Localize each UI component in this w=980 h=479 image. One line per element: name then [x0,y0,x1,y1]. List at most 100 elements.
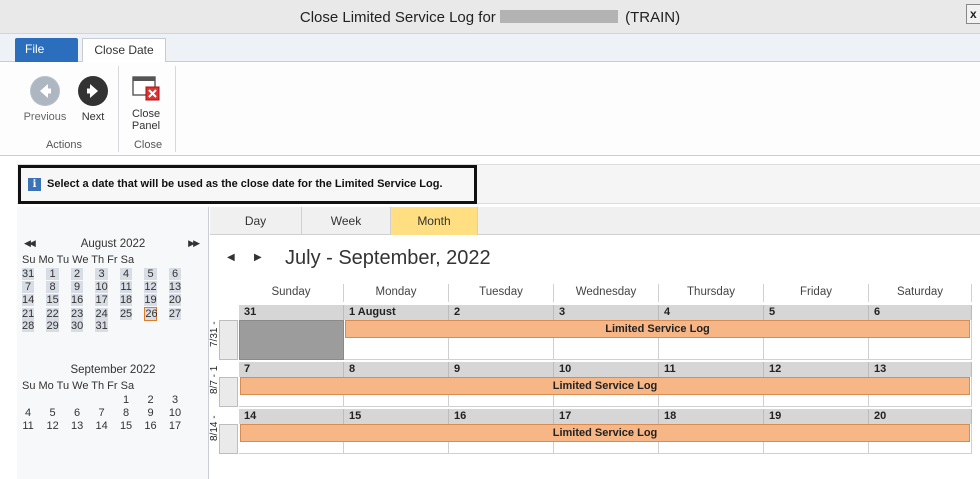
day-header[interactable]: 2 [449,305,554,320]
mini-calendar-day[interactable]: 15 [120,420,132,432]
mini-calendar-day[interactable]: 16 [70,294,83,306]
mini-calendar-day[interactable]: 26 [144,307,158,321]
day-header[interactable]: 8 [344,362,449,377]
mini-calendar-day[interactable]: 10 [95,281,108,293]
mini-calendar-day[interactable]: 14 [95,420,107,432]
mini-calendar-day[interactable]: 5 [46,407,58,419]
mini-calendar-day[interactable]: 31 [95,320,108,332]
mini-calendar-days: 1 2 3 4 5 6 7 8 9 10 11 12 13 14 15 16 17 [22,394,204,433]
mini-calendar-next-button[interactable]: ▶▶ [188,238,200,249]
day-header[interactable]: 4 [659,305,764,320]
mini-calendar-day[interactable]: 20 [168,294,181,306]
day-header[interactable]: 18 [659,409,764,424]
mini-calendar-day[interactable]: 1 [46,268,59,280]
day-header[interactable]: 17 [554,409,659,424]
mini-calendar-day[interactable]: 13 [168,281,181,293]
day-header[interactable]: 15 [344,409,449,424]
mini-calendar-day[interactable]: 8 [120,407,132,419]
mini-calendar-day[interactable]: 27 [168,308,181,320]
day-header[interactable]: 9 [449,362,554,377]
mini-calendar-day[interactable]: 4 [119,268,133,280]
previous-label: Previous [23,111,67,123]
mini-calendar-day[interactable]: 1 [120,394,132,406]
mini-calendar-day[interactable]: 7 [95,407,107,419]
mini-calendar-day[interactable]: 4 [22,407,34,419]
tab-file[interactable]: File [15,38,78,62]
mini-calendar-day[interactable]: 9 [70,281,84,293]
mini-calendar-day[interactable]: 25 [119,308,132,320]
mini-calendar-day[interactable]: 9 [144,407,156,419]
mini-calendar-day[interactable]: 31 [22,268,34,280]
day-header[interactable]: 5 [764,305,869,320]
mini-calendar-day[interactable]: 15 [46,294,59,306]
mini-calendar-day[interactable]: 3 [95,268,108,280]
mini-calendar-day[interactable]: 30 [70,320,83,332]
mini-calendar-day[interactable]: 7 [22,281,35,293]
day-header[interactable]: 11 [659,362,764,377]
mini-calendar-day[interactable]: 2 [144,394,156,406]
day-header[interactable]: 31 [239,305,344,320]
day-header[interactable]: 6 [869,305,972,320]
mini-calendar-day[interactable]: 24 [95,308,108,320]
day-header[interactable]: 12 [764,362,869,377]
day-header[interactable]: 3 [554,305,659,320]
close-panel-button[interactable]: Close Panel [120,75,172,132]
window-title-suffix: (TRAIN) [625,9,681,26]
tab-week[interactable]: Week [302,207,391,235]
ribbon-group-divider [118,66,119,152]
range-next-button[interactable]: ▶ [254,252,262,263]
day-of-week-monday: Monday [344,284,449,302]
day-header[interactable]: 16 [449,409,554,424]
mini-calendar-day[interactable]: 11 [119,281,133,293]
mini-calendar-dow: Su Mo Tu We Th Fr Sa [22,380,135,392]
mini-calendar-day[interactable]: 11 [22,420,34,432]
mini-calendar-day[interactable]: 23 [70,308,83,320]
mini-calendar-day[interactable]: 5 [144,268,157,280]
mini-calendar-day[interactable]: 8 [46,281,59,293]
mini-calendar-day[interactable]: 12 [144,281,157,293]
day-header[interactable]: 10 [554,362,659,377]
day-header[interactable]: 20 [869,409,972,424]
mini-calendar-day[interactable]: 3 [169,394,181,406]
mini-calendar-day[interactable]: 19 [144,294,157,306]
tab-day[interactable]: Day [210,207,302,235]
arrow-left-circle-icon [30,76,60,106]
week-label[interactable]: 7/31 - [209,320,238,360]
limited-service-log-event[interactable]: Limited Service Log [240,424,970,442]
window-close-button[interactable]: x [966,4,980,24]
week-label[interactable]: 8/14 - [209,415,238,454]
week-label[interactable]: 8/7 - 1 [209,366,238,407]
mini-calendar-day[interactable]: 2 [70,268,84,280]
outside-range-block [239,320,344,360]
mini-calendar-day[interactable]: 12 [46,420,58,432]
day-header[interactable]: 13 [869,362,972,377]
mini-calendar-day[interactable]: 17 [95,294,108,306]
limited-service-log-event[interactable]: Limited Service Log [240,377,970,395]
mini-calendar-day[interactable]: 6 [168,268,182,280]
mini-calendar-day[interactable]: 14 [22,294,34,306]
mini-calendar-day[interactable]: 28 [22,320,34,332]
day-header[interactable]: 19 [764,409,869,424]
mini-calendar-day[interactable]: 10 [169,407,181,419]
ribbon-group-divider [175,66,176,152]
mini-calendar-day[interactable]: 13 [71,420,83,432]
mini-calendar-day[interactable]: 22 [46,308,59,320]
mini-calendar-prev-button[interactable]: ◀◀ [24,238,36,249]
mini-calendar-day[interactable]: 18 [119,294,132,306]
mini-calendar-day[interactable]: 21 [22,308,34,320]
previous-button[interactable]: Previous [22,76,68,123]
tab-close-date[interactable]: Close Date [82,38,166,63]
next-button[interactable]: Next [72,76,114,123]
mini-calendar-day[interactable]: 6 [71,407,83,419]
mini-calendar-day[interactable]: 29 [46,320,59,332]
date-navigator-panel: ◀◀ August 2022 ▶▶ Su Mo Tu We Th Fr Sa 3… [17,207,209,479]
day-header[interactable]: 7 [239,362,344,377]
limited-service-log-event[interactable]: Limited Service Log [345,320,970,338]
day-header[interactable]: 14 [239,409,344,424]
mini-calendar-day[interactable]: 17 [169,420,181,432]
range-prev-button[interactable]: ◀ [227,252,235,263]
day-header[interactable]: 1 August [344,305,449,320]
mini-calendar-day[interactable]: 16 [144,420,156,432]
tab-month[interactable]: Month [391,207,478,235]
window-title-prefix: Close Limited Service Log for [299,9,496,26]
